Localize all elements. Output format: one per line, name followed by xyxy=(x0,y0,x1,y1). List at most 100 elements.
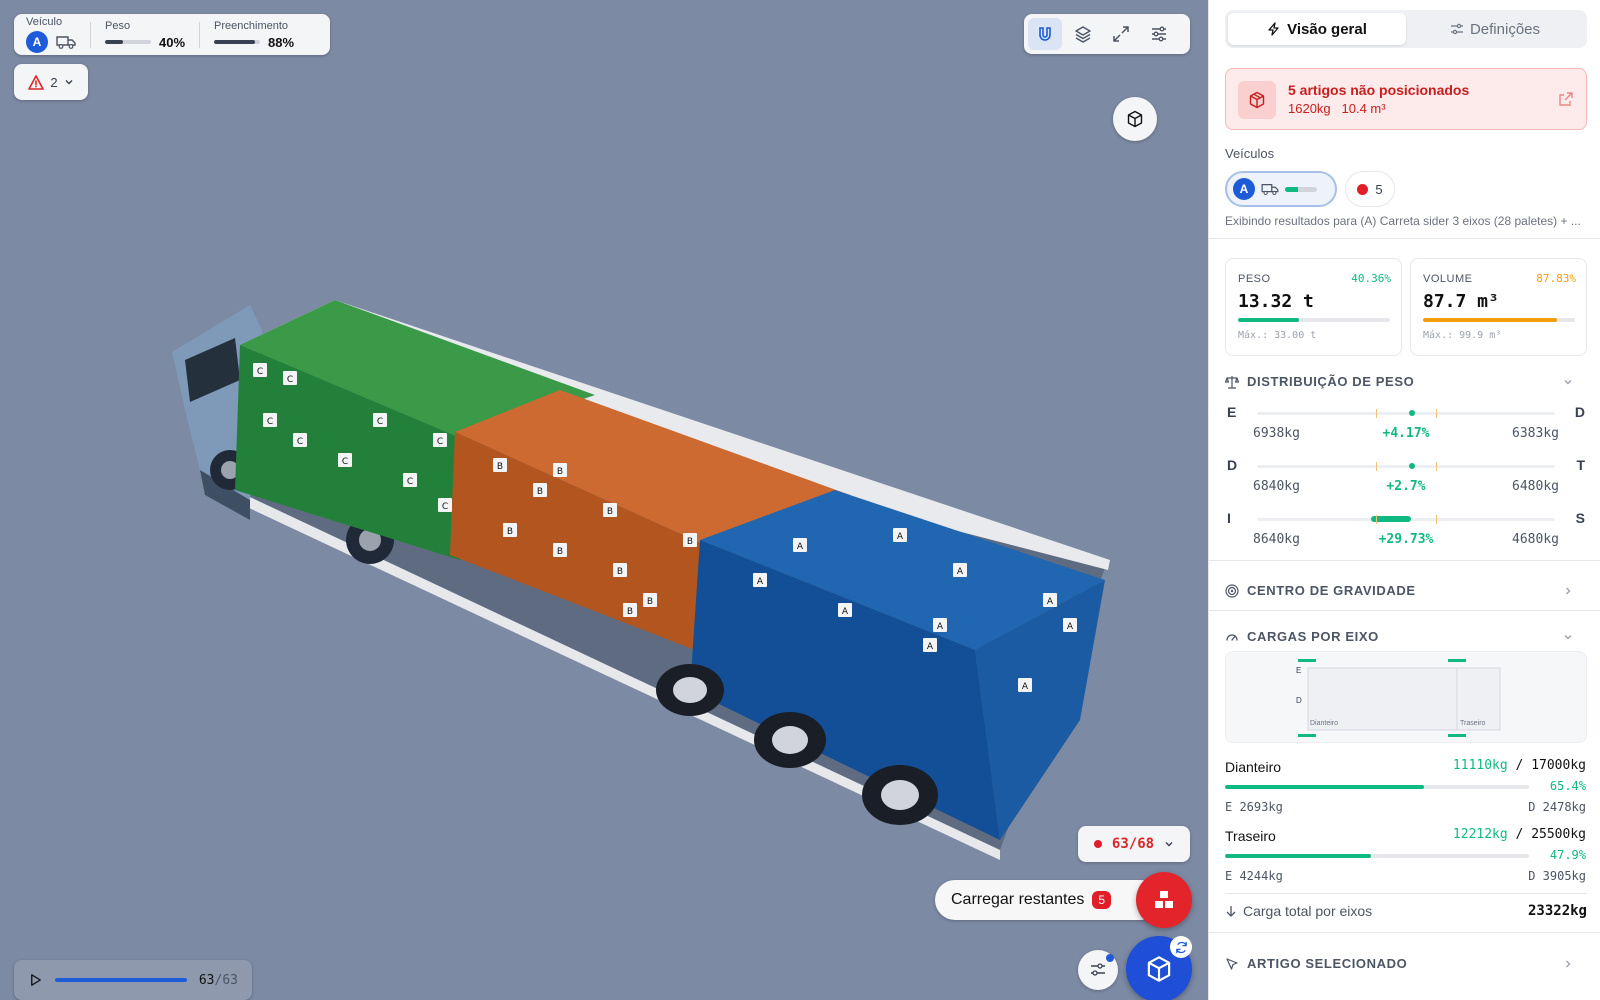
divider xyxy=(199,21,201,48)
view-cube-button[interactable] xyxy=(1113,97,1157,141)
weight-value: 40% xyxy=(159,34,186,50)
volume-card-label: VOLUME xyxy=(1423,273,1473,285)
dist-limit-tick xyxy=(1435,515,1437,524)
dist-marker xyxy=(1408,463,1415,469)
unplaced-items-alert[interactable]: 5 artigos não posicionados 1620kg 10.4 m… xyxy=(1225,68,1587,130)
volume-card-pct: 87.83% xyxy=(1536,272,1576,285)
weight-card-bar xyxy=(1238,318,1390,322)
playback-current: 63 xyxy=(198,972,215,988)
refresh-icon[interactable] xyxy=(1170,936,1192,958)
chevron-down-icon xyxy=(1165,842,1173,847)
external-link-icon[interactable] xyxy=(1558,91,1574,107)
dist-left-value: 6938kg xyxy=(1253,426,1300,441)
3d-viewport[interactable]: CCCCCCCCCBBBBBBBBBBAAAAAAAAAA xyxy=(0,0,1208,1000)
box-label: B xyxy=(493,458,507,472)
dist-right-value: 6383kg xyxy=(1512,426,1559,441)
load-boxes-button[interactable] xyxy=(1136,872,1192,928)
weight-card-max: Máx.: 33.00 t xyxy=(1238,330,1317,341)
box-label: A xyxy=(1018,678,1032,692)
axle-front-pct: 65.4% xyxy=(1549,779,1586,793)
selected-item-header[interactable]: ARTIGO SELECIONADO xyxy=(1225,956,1587,971)
svg-text:C: C xyxy=(442,502,448,512)
truck-icon xyxy=(56,36,76,49)
dist-right-axis: D xyxy=(1574,404,1585,420)
dist-difference: +2.7% xyxy=(1386,479,1426,494)
axle-diagram-d: D xyxy=(1296,696,1302,705)
playback-total: /63 xyxy=(214,972,238,988)
divider xyxy=(1209,238,1600,239)
dist-left-value: 8640kg xyxy=(1253,532,1300,547)
vehicle-chip[interactable]: A xyxy=(1225,171,1337,207)
sidebar-tabs: Visão geral Definições xyxy=(1225,10,1587,48)
dist-limit-tick xyxy=(1435,409,1437,418)
chevron-right-icon xyxy=(1566,587,1571,594)
dist-track xyxy=(1257,462,1555,471)
cube-icon xyxy=(1147,956,1171,982)
axle-loads-title: CARGAS POR EIXO xyxy=(1247,629,1379,644)
pack-button[interactable] xyxy=(1126,936,1192,1000)
layers-button[interactable] xyxy=(1066,18,1100,50)
axle-rear-bar xyxy=(1225,854,1529,858)
box-label: A xyxy=(793,538,807,552)
settings-button[interactable] xyxy=(1142,18,1176,50)
tab-settings-label: Definições xyxy=(1469,20,1541,38)
box-label: C xyxy=(433,433,447,447)
playback-slider[interactable] xyxy=(55,978,187,982)
status-dot xyxy=(1093,840,1102,848)
filter-button[interactable] xyxy=(1078,950,1118,990)
vehicle-stat[interactable]: Veículo A xyxy=(26,14,76,55)
load-remaining-button[interactable]: Carregar restantes 5 xyxy=(935,880,1160,920)
svg-text:A: A xyxy=(1067,622,1074,632)
center-of-gravity-header[interactable]: CENTRO DE GRAVIDADE xyxy=(1225,583,1587,598)
unplaced-chip[interactable]: 5 xyxy=(1345,171,1395,207)
box-label: A xyxy=(923,638,937,652)
divider xyxy=(1209,610,1600,611)
load-remaining-label: Carregar restantes xyxy=(951,891,1085,908)
weight-distribution-title: DISTRIBUIÇÃO DE PESO xyxy=(1247,374,1415,389)
lightning-icon xyxy=(1268,22,1279,36)
dist-difference: +29.73% xyxy=(1378,532,1434,547)
dist-limit-tick xyxy=(1376,462,1378,471)
dist-left-axis: I xyxy=(1227,510,1231,526)
svg-text:A: A xyxy=(1022,682,1029,692)
package-icon xyxy=(1238,81,1276,119)
dist-left-axis: E xyxy=(1227,404,1237,420)
weight-label: Peso xyxy=(105,19,131,32)
svg-text:B: B xyxy=(507,527,513,537)
axle-loads-header[interactable]: CARGAS POR EIXO xyxy=(1225,629,1587,644)
tab-settings[interactable]: Definições xyxy=(1406,13,1584,45)
box-label: A xyxy=(953,563,967,577)
magnet-icon xyxy=(1039,27,1051,41)
status-dot xyxy=(1357,183,1369,195)
unplaced-count: 5 xyxy=(1375,181,1383,197)
volume-card-max: Máx.: 99.9 m³ xyxy=(1423,330,1502,341)
svg-text:C: C xyxy=(437,437,443,447)
weight-minibar xyxy=(105,40,151,44)
sliders-icon xyxy=(1152,26,1166,42)
weight-card-pct: 40.36% xyxy=(1351,272,1391,285)
box-label: B xyxy=(623,603,637,617)
svg-text:B: B xyxy=(557,467,563,477)
alert-title: 5 artigos não posicionados xyxy=(1288,82,1470,98)
center-of-gravity-title: CENTRO DE GRAVIDADE xyxy=(1247,583,1416,598)
svg-text:C: C xyxy=(407,477,413,487)
fill-label: Preenchimento xyxy=(214,19,289,32)
dist-marker xyxy=(1408,410,1415,416)
truck-scene[interactable]: CCCCCCCCCBBBBBBBBBBAAAAAAAAAA xyxy=(0,0,1208,1000)
alert-weight: 1620kg xyxy=(1288,101,1331,116)
arrow-down-icon xyxy=(1226,906,1236,917)
play-icon[interactable] xyxy=(28,972,43,988)
tab-overview[interactable]: Visão geral xyxy=(1228,13,1406,45)
tab-overview-label: Visão geral xyxy=(1287,20,1367,38)
box-label: A xyxy=(933,618,947,632)
items-counter-dropdown[interactable]: 63/68 xyxy=(1078,826,1190,862)
axle-diagram-rear: Traseiro xyxy=(1460,720,1486,727)
divider xyxy=(90,21,91,48)
alert-volume: 10.4 m³ xyxy=(1341,101,1386,116)
fullscreen-button[interactable] xyxy=(1104,18,1138,50)
box-label: C xyxy=(253,363,267,377)
weight-distribution-header[interactable]: DISTRIBUIÇÃO DE PESO xyxy=(1225,374,1587,389)
sliders-icon xyxy=(1450,23,1463,35)
magnet-button[interactable] xyxy=(1028,18,1062,50)
warnings-dropdown[interactable]: 2 xyxy=(14,64,88,100)
